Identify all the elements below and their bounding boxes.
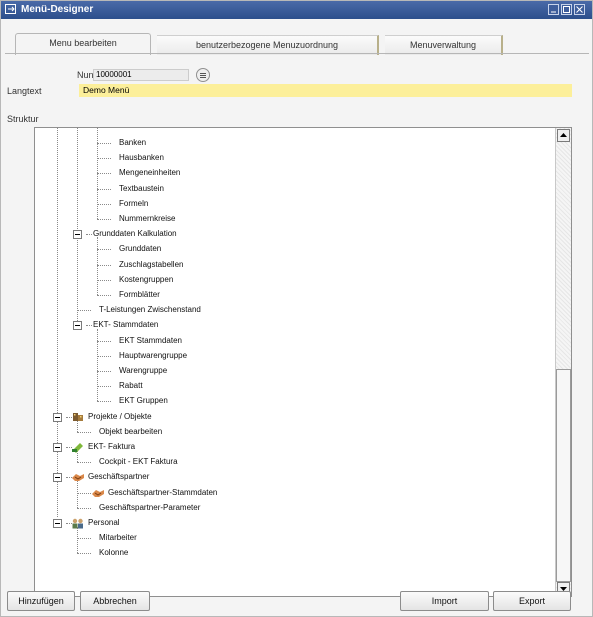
tree-connector xyxy=(97,401,111,403)
tree-item[interactable]: Kostengruppen xyxy=(119,275,173,284)
scroll-thumb[interactable] xyxy=(556,369,571,582)
cancel-button[interactable]: Abbrechen xyxy=(80,591,150,611)
personal-icon xyxy=(71,517,85,529)
list-icon xyxy=(200,73,206,78)
tree-connector xyxy=(86,325,92,327)
tree-connector xyxy=(97,295,111,296)
partner-icon xyxy=(71,471,85,483)
tree-connector xyxy=(97,188,111,190)
tree-item[interactable]: Kolonne xyxy=(99,548,128,557)
arrow-up-icon xyxy=(560,133,567,137)
collapse-toggle-icon[interactable] xyxy=(53,412,62,422)
tree-item[interactable]: Geschäftspartner-Parameter xyxy=(99,503,200,512)
tree-connector xyxy=(77,507,91,509)
tree-item[interactable]: Mitarbeiter xyxy=(99,533,137,542)
tree-connector xyxy=(97,371,111,372)
num-label: Nun xyxy=(77,70,94,80)
tab-benutzerbezogene-menuzuordnung[interactable]: benutzerbezogene Menuzuordnung xyxy=(157,35,379,55)
tree-connector xyxy=(77,128,78,326)
tab-menu-bearbeiten[interactable]: Menu bearbeiten xyxy=(15,33,151,55)
tab-menuverwaltung[interactable]: Menuverwaltung xyxy=(385,35,503,55)
partner-icon xyxy=(91,487,105,499)
add-button[interactable]: Hinzufügen xyxy=(7,591,75,611)
tree-item[interactable]: EKT Gruppen xyxy=(119,396,168,405)
tree-connector xyxy=(97,173,111,175)
collapse-toggle-icon[interactable] xyxy=(73,230,82,240)
tree-item[interactable]: Nummernkreise xyxy=(119,214,175,223)
maximize-button[interactable] xyxy=(561,4,572,15)
tree-connector xyxy=(97,219,111,220)
window-title: Menü-Designer xyxy=(21,4,94,15)
tree-connector xyxy=(77,553,91,555)
tree-connector xyxy=(97,203,111,205)
tree-connector xyxy=(77,527,78,554)
tree-item[interactable]: Hausbanken xyxy=(119,153,164,162)
collapse-toggle-icon[interactable] xyxy=(53,473,62,483)
tree-item[interactable]: Hauptwarengruppe xyxy=(119,351,187,360)
langtext-field[interactable]: Demo Menü xyxy=(79,84,572,97)
tree-item[interactable]: EKT- Stammdaten xyxy=(93,320,158,329)
tree-item[interactable]: Warengruppe xyxy=(119,366,167,375)
menu-designer-window: Menü-Designer Menu bearbeiten benutzerbe… xyxy=(0,0,593,617)
tree-item[interactable]: T-Leistungen Zwischenstand xyxy=(99,305,201,314)
tree-item[interactable]: EKT- Faktura xyxy=(88,442,135,451)
tree-connector xyxy=(97,264,111,266)
tree-connector xyxy=(77,538,91,540)
tree-connector xyxy=(77,431,91,433)
scroll-up-button[interactable] xyxy=(557,129,570,142)
num-lookup-button[interactable] xyxy=(196,68,210,82)
tree-connector xyxy=(86,234,92,236)
langtext-label: Langtext xyxy=(7,86,42,96)
close-button[interactable] xyxy=(574,4,585,15)
tree-item[interactable]: Cockpit - EKT Faktura xyxy=(99,457,178,466)
title-bar: Menü-Designer xyxy=(1,1,592,19)
tree-connector xyxy=(77,310,91,312)
tree-connector xyxy=(97,340,111,342)
window-app-icon xyxy=(5,4,16,14)
tree-connector xyxy=(97,279,111,281)
tree-connector xyxy=(97,237,98,295)
tree-item[interactable]: Textbaustein xyxy=(119,184,164,193)
tree-item[interactable]: Geschäftspartner-Stammdaten xyxy=(108,488,217,497)
tree-connector xyxy=(77,492,91,494)
tab-divider xyxy=(5,53,589,54)
minimize-button[interactable] xyxy=(548,4,559,15)
tree-item[interactable]: Rabatt xyxy=(119,381,143,390)
tree-connector xyxy=(97,328,98,402)
tree-connector xyxy=(97,143,111,144)
import-button[interactable]: Import xyxy=(400,591,489,611)
tree-item[interactable]: Objekt bearbeiten xyxy=(99,427,162,436)
export-button[interactable]: Export xyxy=(493,591,571,611)
collapse-toggle-icon[interactable] xyxy=(53,443,62,452)
projects-icon xyxy=(71,411,85,423)
tree-item[interactable]: Mengeneinheiten xyxy=(119,168,180,177)
tree-item[interactable]: Grunddaten Kalkulation xyxy=(93,229,177,238)
vertical-scrollbar[interactable] xyxy=(555,128,571,596)
struktur-label: Struktur xyxy=(7,114,39,124)
tree-item[interactable]: Geschäftspartner xyxy=(88,472,149,481)
tree-item[interactable]: Formblätter xyxy=(119,290,160,299)
tree-item[interactable]: Formeln xyxy=(119,199,148,208)
tree-connector xyxy=(97,355,111,357)
tree-connector xyxy=(57,128,58,517)
tree-connector xyxy=(97,158,111,160)
tree-connector xyxy=(97,386,111,388)
tree-item[interactable]: Zuschlagstabellen xyxy=(119,260,183,269)
tree-item[interactable]: Banken xyxy=(119,138,146,147)
collapse-toggle-icon[interactable] xyxy=(53,519,62,528)
tree-connector xyxy=(77,462,91,464)
tree-connector xyxy=(97,249,111,251)
tree-item[interactable]: Personal xyxy=(88,518,120,527)
tree-item[interactable]: Projekte / Objekte xyxy=(88,412,152,421)
tree-connector xyxy=(77,481,78,508)
faktura-icon xyxy=(71,441,85,453)
tree-item[interactable]: Grunddaten xyxy=(119,244,161,253)
tab-bar: Menu bearbeiten benutzerbezogene Menuzuo… xyxy=(5,31,591,55)
structure-tree[interactable]: Banken Hausbanken Mengeneinheiten Textbaust… xyxy=(34,127,572,597)
tree-item[interactable]: EKT Stammdaten xyxy=(119,336,182,345)
collapse-toggle-icon[interactable] xyxy=(73,321,82,331)
num-field[interactable]: 10000001 xyxy=(93,69,189,81)
